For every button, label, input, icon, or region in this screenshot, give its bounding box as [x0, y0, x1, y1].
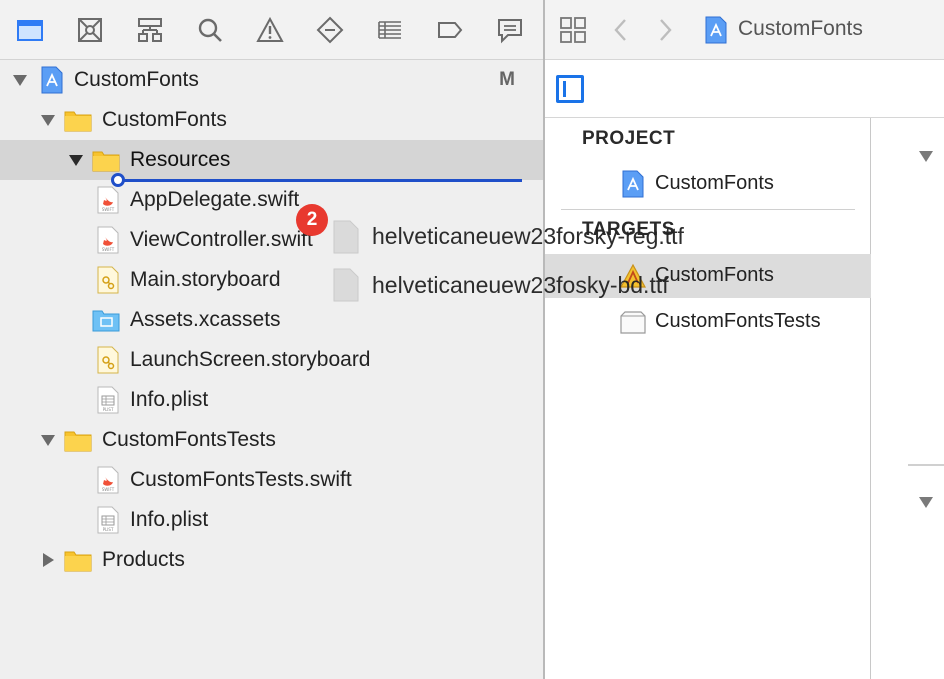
- disclosure-open-icon[interactable]: [12, 72, 28, 88]
- xcode-project-icon: [38, 66, 66, 94]
- plist-file-icon: PLIST: [94, 506, 122, 534]
- dragged-file-icon: [333, 220, 359, 254]
- tree-row-group-products[interactable]: Products: [0, 540, 543, 580]
- project-navigator-icon[interactable]: [14, 14, 46, 46]
- issue-icon[interactable]: [254, 14, 286, 46]
- dragged-file-label: helveticaneuew23fosky-bd.ttf: [372, 272, 669, 298]
- tree-row-label: Resources: [130, 148, 231, 171]
- tree-row-label: Assets.xcassets: [130, 308, 281, 331]
- svg-text:SWIFT: SWIFT: [102, 247, 115, 252]
- tree-row-label: CustomFonts: [74, 68, 199, 91]
- test-icon[interactable]: [314, 14, 346, 46]
- find-icon[interactable]: [194, 14, 226, 46]
- tree-row-group-tests[interactable]: CustomFontsTests: [0, 420, 543, 460]
- folder-icon: [64, 426, 92, 454]
- report-icon[interactable]: [494, 14, 526, 46]
- svg-text:SWIFT: SWIFT: [102, 207, 115, 212]
- debug-icon[interactable]: [374, 14, 406, 46]
- tree-row-label: CustomFontsTests: [102, 428, 276, 451]
- settings-pane: [872, 118, 944, 679]
- project-outline: PROJECT CustomFonts TARGETS CustomFonts …: [545, 118, 871, 679]
- tree-row-label: Info.plist: [130, 388, 209, 411]
- tree-row-file[interactable]: PLIST Info.plist: [0, 500, 543, 540]
- xcode-project-icon: [619, 170, 647, 198]
- project-navigator: CustomFonts M CustomFonts Resources SWIF…: [0, 0, 543, 679]
- jump-bar: CustomFonts: [545, 0, 944, 60]
- symbol-navigator-icon[interactable]: [134, 14, 166, 46]
- tree-row-file[interactable]: SWIFT AppDelegate.swift: [0, 180, 543, 220]
- disclosure-open-icon[interactable]: [40, 112, 56, 128]
- related-items-icon[interactable]: [559, 14, 587, 46]
- tree-row-label: Products: [102, 548, 185, 571]
- storyboard-file-icon: [94, 346, 122, 374]
- tree-row-file[interactable]: Assets.xcassets: [0, 300, 543, 340]
- storyboard-file-icon: [94, 266, 122, 294]
- navigator-toolbar: [0, 0, 543, 60]
- tree-row-project[interactable]: CustomFonts M: [0, 60, 543, 100]
- svg-text:PLIST: PLIST: [103, 407, 114, 412]
- tree-row-file[interactable]: PLIST Info.plist: [0, 380, 543, 420]
- back-chevron-icon[interactable]: [611, 14, 631, 46]
- dragged-file-icon: [333, 268, 359, 302]
- disclosure-open-icon[interactable]: [68, 152, 84, 168]
- folder-icon: [64, 546, 92, 574]
- drop-indicator-dot: [111, 173, 125, 187]
- disclosure-open-icon[interactable]: [918, 148, 934, 164]
- editor-area: CustomFonts PROJECT CustomFonts TARGETS …: [545, 0, 944, 679]
- svg-text:PLIST: PLIST: [103, 527, 114, 532]
- forward-chevron-icon[interactable]: [655, 14, 675, 46]
- outline-row-label: CustomFontsTests: [655, 310, 821, 332]
- disclosure-open-icon[interactable]: [918, 494, 934, 510]
- drop-indicator-line: [116, 179, 522, 182]
- tree-row-label: CustomFonts: [102, 108, 227, 131]
- tree-row-label: AppDelegate.swift: [130, 188, 300, 211]
- outline-row-target-tests[interactable]: CustomFontsTests: [545, 300, 871, 344]
- tree-row-label: CustomFontsTests.swift: [130, 468, 352, 491]
- xcode-project-icon: [702, 14, 730, 46]
- drag-count-badge: 2: [296, 204, 328, 236]
- svg-text:SWIFT: SWIFT: [102, 487, 115, 492]
- tree-row-file[interactable]: SWIFT CustomFontsTests.swift: [0, 460, 543, 500]
- asset-catalog-icon: [92, 306, 120, 334]
- tree-row-label: Info.plist: [130, 508, 209, 531]
- sidebar-toggle-button[interactable]: [556, 75, 584, 103]
- test-bundle-icon: [619, 308, 647, 336]
- modified-badge: M: [499, 69, 515, 90]
- disclosure-open-icon[interactable]: [40, 432, 56, 448]
- breakpoint-icon[interactable]: [434, 14, 466, 46]
- tree-row-file[interactable]: LaunchScreen.storyboard: [0, 340, 543, 380]
- source-control-icon[interactable]: [74, 14, 106, 46]
- swift-file-icon: SWIFT: [94, 186, 122, 214]
- tree-row-label: LaunchScreen.storyboard: [130, 348, 371, 371]
- editor-subbar: [545, 61, 944, 118]
- dragged-file-label: helveticaneuew23forsky-reg.ttf: [372, 223, 684, 249]
- section-divider: [908, 464, 944, 466]
- swift-file-icon: SWIFT: [94, 226, 122, 254]
- outline-row-label: CustomFonts: [655, 172, 774, 194]
- folder-icon: [92, 146, 120, 174]
- jump-bar-title[interactable]: CustomFonts: [738, 17, 863, 41]
- outline-separator: [561, 209, 855, 210]
- swift-file-icon: SWIFT: [94, 466, 122, 494]
- project-section-header: PROJECT: [582, 128, 676, 149]
- outline-row-label: CustomFonts: [655, 264, 774, 286]
- plist-file-icon: PLIST: [94, 386, 122, 414]
- outline-row-project[interactable]: CustomFonts: [545, 162, 871, 206]
- tree-row-label: ViewController.swift: [130, 228, 313, 251]
- disclosure-closed-icon[interactable]: [40, 552, 56, 568]
- folder-icon: [64, 106, 92, 134]
- tree-row-label: Main.storyboard: [130, 268, 281, 291]
- tree-row-resources[interactable]: Resources: [0, 140, 543, 180]
- tree-row-group-customfonts[interactable]: CustomFonts: [0, 100, 543, 140]
